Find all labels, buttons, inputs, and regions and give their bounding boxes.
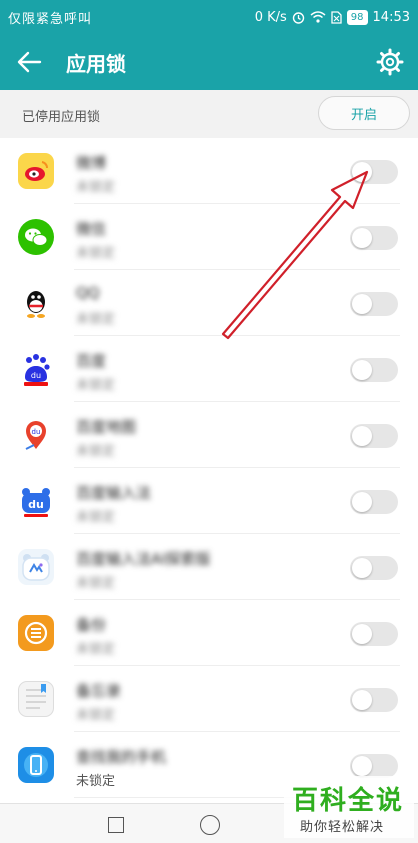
watermark-title: 百科全说 — [292, 786, 405, 816]
app-name: 百度输入法AI探索版 — [76, 550, 211, 568]
watermark-subtitle: 助你轻松解决 — [300, 820, 385, 835]
lock-toggle[interactable] — [350, 556, 398, 580]
app-list: 微博 未锁定 微信 未锁定 QQ 未锁定 du 百度 未锁定 du 百度地图 未… — [0, 138, 418, 803]
app-name: QQ — [76, 284, 100, 302]
app-name: 百度输入法 — [76, 484, 152, 502]
section-label: 已停用应用锁 — [22, 110, 101, 125]
lock-status: 未锁定 — [76, 708, 116, 723]
gear-icon — [376, 48, 404, 76]
baidu-map-icon: du — [18, 417, 54, 453]
home-button[interactable] — [200, 815, 220, 835]
settings-button[interactable] — [372, 44, 408, 80]
lock-status: 未锁定 — [76, 378, 116, 393]
page-title: 应用锁 — [66, 52, 126, 76]
alarm-icon — [292, 11, 304, 24]
watermark-logo: 百科全说 助你轻松解决 — [284, 776, 414, 838]
app-name: 微博 — [76, 154, 107, 172]
network-speed: 0 K/s — [254, 9, 287, 25]
lock-toggle[interactable] — [350, 424, 398, 448]
app-name: 备忘录 — [76, 682, 122, 700]
find-phone-icon — [18, 747, 54, 783]
lock-status: 未锁定 — [76, 180, 116, 195]
lock-status: 未锁定 — [76, 246, 116, 261]
carrier-text: 仅限紧急呼叫 — [8, 11, 93, 27]
lock-toggle[interactable] — [350, 754, 398, 778]
list-item: 微博 未锁定 — [0, 138, 418, 204]
lock-status: 未锁定 — [76, 774, 116, 789]
lock-toggle[interactable] — [350, 226, 398, 250]
lock-toggle[interactable] — [350, 688, 398, 712]
back-button[interactable] — [12, 46, 48, 78]
memo-icon — [18, 681, 54, 717]
battery-level: 98 — [346, 9, 368, 25]
list-item: du 百度 未锁定 — [0, 336, 418, 402]
list-item: du 百度输入法 未锁定 — [0, 468, 418, 534]
lock-status: 未锁定 — [76, 642, 116, 657]
app-name: 微信 — [76, 220, 107, 238]
lock-toggle[interactable] — [350, 292, 398, 316]
list-item: 百度输入法AI探索版 未锁定 — [0, 534, 418, 600]
lock-status: 未锁定 — [76, 510, 116, 525]
enable-button[interactable]: 开启 — [318, 96, 410, 130]
list-item: QQ 未锁定 — [0, 270, 418, 336]
weibo-icon — [18, 153, 54, 189]
lock-toggle[interactable] — [350, 160, 398, 184]
backup-icon — [18, 615, 54, 651]
qq-icon — [18, 285, 54, 321]
clock: 14:53 — [372, 9, 410, 25]
lock-status: 未锁定 — [76, 312, 116, 327]
wifi-icon — [310, 11, 326, 23]
recent-apps-button[interactable] — [108, 817, 124, 833]
wechat-icon — [18, 219, 54, 255]
app-name: 百度地图 — [76, 418, 137, 436]
app-name: 百度 — [76, 352, 107, 370]
arrow-left-icon — [17, 51, 42, 73]
no-sim-icon — [331, 10, 342, 24]
status-bar: 仅限紧急呼叫 0 K/s 98 14:53 — [0, 0, 418, 34]
app-name: 查找我的手机 — [76, 748, 167, 766]
list-item: du 百度地图 未锁定 — [0, 402, 418, 468]
list-item: 微信 未锁定 — [0, 204, 418, 270]
lock-status: 未锁定 — [76, 444, 116, 459]
baidu-icon: du — [18, 351, 54, 387]
status-icons: 0 K/s 98 14:53 — [254, 9, 410, 25]
app-name: 备份 — [76, 616, 107, 634]
lock-status: 未锁定 — [76, 576, 116, 591]
list-item: 备份 未锁定 — [0, 600, 418, 666]
lock-toggle[interactable] — [350, 358, 398, 382]
lock-toggle[interactable] — [350, 490, 398, 514]
section-header: 已停用应用锁 开启 — [0, 90, 418, 138]
baidu-input-icon: du — [18, 483, 54, 519]
lock-toggle[interactable] — [350, 622, 398, 646]
svg-text:du: du — [31, 371, 41, 380]
list-item: 备忘录 未锁定 — [0, 666, 418, 732]
baidu-input-ai-icon — [18, 549, 54, 585]
svg-text:du: du — [28, 498, 44, 511]
svg-text:du: du — [32, 428, 41, 436]
app-bar: 应用锁 — [0, 34, 418, 90]
